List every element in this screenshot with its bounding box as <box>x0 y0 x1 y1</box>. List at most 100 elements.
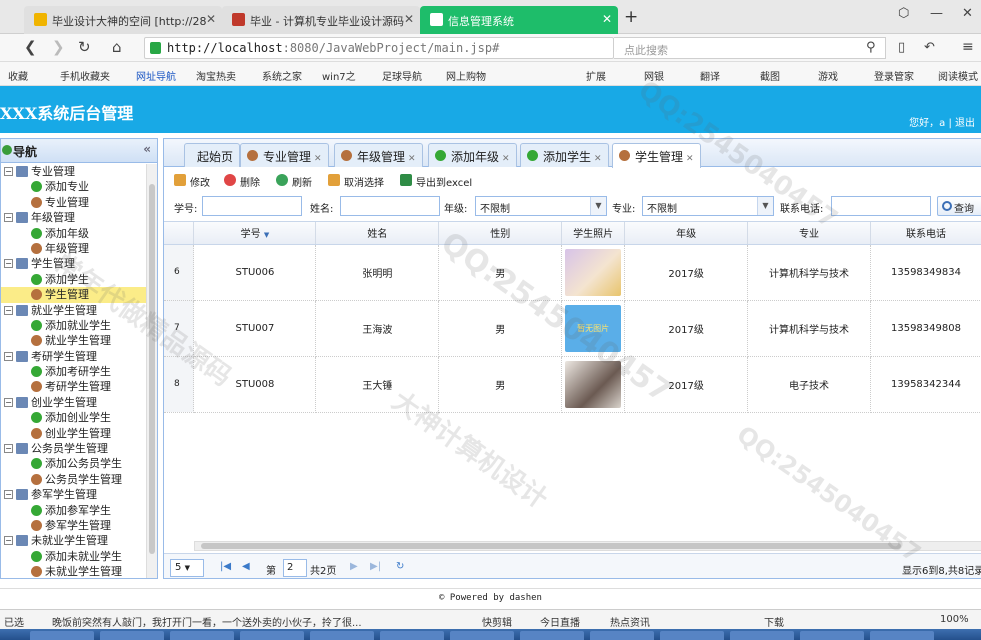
tree-group[interactable]: − 未就业学生管理 <box>1 533 146 548</box>
deselect-button[interactable]: 取消选择 <box>328 174 384 189</box>
student-no-input[interactable] <box>202 196 302 216</box>
tree-group[interactable]: − 专业管理 <box>1 164 146 179</box>
taskbar-button[interactable] <box>450 631 514 640</box>
column-header-gender[interactable]: 性别 <box>438 222 563 245</box>
table-row[interactable]: 6 STU006 张明明男 2017级 计算机科学与技术 13598349834 <box>164 244 981 301</box>
column-header-student-no[interactable]: 学号 ▼ <box>193 222 317 245</box>
tree-item[interactable]: 添加未就业学生 <box>1 549 146 564</box>
tree-item[interactable]: 未就业学生管理 <box>1 564 146 578</box>
taskbar-button[interactable] <box>30 631 94 640</box>
tree-group[interactable]: − 年级管理 <box>1 210 146 225</box>
collapse-toggle-icon[interactable]: − <box>4 397 13 407</box>
column-header-name[interactable]: 姓名 <box>315 222 440 245</box>
phone-icon[interactable]: ▯ <box>898 40 905 55</box>
undo-icon[interactable]: ↶ <box>924 40 935 55</box>
tree-group[interactable]: − 考研学生管理 <box>1 349 146 364</box>
close-icon[interactable]: ✕ <box>206 12 216 26</box>
new-tab-icon[interactable]: + <box>624 7 638 27</box>
tree-group[interactable]: − 就业学生管理 <box>1 303 146 318</box>
chevron-down-icon[interactable]: ▼ <box>757 197 773 215</box>
first-page-icon[interactable]: |◀ <box>220 561 231 572</box>
page-size-select[interactable]: 5 ▼ <box>170 559 204 577</box>
taskbar-button[interactable] <box>870 631 934 640</box>
tree-item[interactable]: 年级管理 <box>1 241 146 256</box>
taskbar-button[interactable] <box>240 631 304 640</box>
browser-tab-2[interactable]: 毕业 - 计算机专业毕业设计源码 ✕ <box>222 6 420 34</box>
toolbar-item[interactable]: 翻译 <box>700 68 720 83</box>
search-input[interactable]: 点此搜索 <box>614 37 886 59</box>
next-page-icon[interactable]: ▶ <box>350 561 358 572</box>
taskbar-button[interactable] <box>310 631 374 640</box>
tree-item[interactable]: 专业管理 <box>1 195 146 210</box>
page-tab[interactable]: 添加学生 ✕ <box>520 143 609 167</box>
prev-page-icon[interactable]: ◀ <box>242 561 250 572</box>
toolbar-item[interactable]: 游戏 <box>818 68 838 83</box>
close-icon[interactable]: ✕ <box>594 154 602 164</box>
tree-item[interactable]: 就业学生管理 <box>1 333 146 348</box>
status-item[interactable]: 快剪辑 <box>482 614 512 629</box>
reload-icon[interactable]: ↻ <box>78 38 91 56</box>
taskbar-button[interactable] <box>520 631 584 640</box>
taskbar-button[interactable] <box>660 631 724 640</box>
search-icon[interactable]: ⚲ <box>866 40 876 55</box>
major-select[interactable]: 不限制 ▼ <box>642 196 774 216</box>
toolbar-item[interactable]: 截图 <box>760 68 780 83</box>
page-tab[interactable]: 年级管理 ✕ <box>334 143 423 167</box>
tree-item[interactable]: 添加年级 <box>1 226 146 241</box>
page-tab[interactable]: 专业管理 ✕ <box>240 143 329 167</box>
page-tab[interactable]: 学生管理 ✕ <box>612 143 701 168</box>
tree-item[interactable]: 添加创业学生 <box>1 410 146 425</box>
collapse-icon[interactable]: « <box>143 142 151 156</box>
last-page-icon[interactable]: ▶| <box>370 561 381 572</box>
tree-item[interactable]: 添加公务员学生 <box>1 456 146 471</box>
bookmark-item[interactable]: 足球导航 <box>382 68 422 83</box>
news-ticker[interactable]: 晚饭前突然有人敲门，我打开门一看，一个送外卖的小伙子，拎了很... <box>52 614 382 629</box>
logout-link[interactable]: 退出 <box>955 118 975 129</box>
home-icon[interactable]: ⌂ <box>112 38 122 56</box>
refresh-button[interactable]: 刷新 <box>276 174 312 189</box>
collapse-toggle-icon[interactable]: − <box>4 536 13 546</box>
tree-item[interactable]: 参军学生管理 <box>1 518 146 533</box>
forward-icon[interactable]: ❯ <box>52 38 65 56</box>
phone-input[interactable] <box>831 196 931 216</box>
toolbar-item[interactable]: 扩展 <box>586 68 606 83</box>
tree-group[interactable]: − 参军学生管理 <box>1 487 146 502</box>
chevron-down-icon[interactable]: ▼ <box>590 197 606 215</box>
collapse-toggle-icon[interactable]: − <box>4 213 13 223</box>
browser-tab-1[interactable]: 毕业设计大神的空间 [http://28 ✕ <box>24 6 222 34</box>
close-icon[interactable]: ✕ <box>404 12 414 26</box>
toolbar-item[interactable]: 网银 <box>644 68 664 83</box>
tree-item[interactable]: 考研学生管理 <box>1 379 146 394</box>
bookmark-item[interactable]: 网址导航 <box>136 68 176 83</box>
delete-button[interactable]: 删除 <box>224 174 260 189</box>
tree-item[interactable]: 创业学生管理 <box>1 426 146 441</box>
taskbar-button[interactable] <box>170 631 234 640</box>
tree-item[interactable]: 学生管理 <box>1 287 146 303</box>
tree-group[interactable]: − 创业学生管理 <box>1 395 146 410</box>
grade-select[interactable]: 不限制 ▼ <box>475 196 607 216</box>
toolbar-item[interactable]: 登录管家 <box>874 68 914 83</box>
close-icon[interactable]: ✕ <box>502 154 510 164</box>
close-icon[interactable]: ✕ <box>408 154 416 164</box>
download-item[interactable]: 下载 <box>764 614 784 629</box>
browser-tab-3-active[interactable]: 信息管理系统 ✕ <box>420 6 618 34</box>
close-icon[interactable]: ✕ <box>686 154 694 164</box>
tree-group[interactable]: − 学生管理 <box>1 256 146 271</box>
tree-item[interactable]: 添加专业 <box>1 179 146 194</box>
collapse-toggle-icon[interactable]: − <box>4 259 13 269</box>
back-icon[interactable]: ❮ <box>24 38 37 56</box>
skin-icon[interactable]: ⬡ <box>898 6 909 21</box>
edit-button[interactable]: 修改 <box>174 174 210 189</box>
zoom-level[interactable]: 100% <box>940 614 969 625</box>
bookmark-item[interactable]: 网上购物 <box>446 68 486 83</box>
status-item[interactable]: 热点资讯 <box>610 614 650 629</box>
page-tab[interactable]: 添加年级 ✕ <box>428 143 517 167</box>
column-header-grade[interactable]: 年级 <box>624 222 749 245</box>
scrollbar-thumb[interactable] <box>201 543 901 549</box>
close-icon[interactable]: ✕ <box>602 12 612 26</box>
close-icon[interactable]: ✕ <box>314 154 322 164</box>
bookmark-item[interactable]: 手机收藏夹 <box>60 68 110 83</box>
table-row[interactable]: 8 STU008 王大锤男 2017级 电子技术 13958342344 <box>164 356 981 413</box>
bookmark-item[interactable]: 收藏 <box>8 68 28 83</box>
page-number-input[interactable]: 2 <box>283 559 307 577</box>
